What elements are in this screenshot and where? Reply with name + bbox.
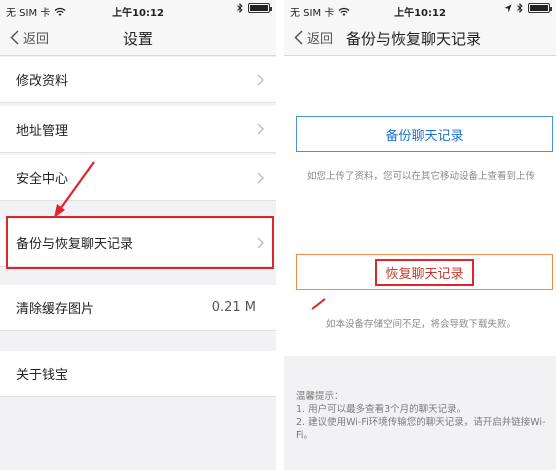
- status-bar: 无 SIM 卡 上午10:12: [0, 0, 276, 20]
- chevron-right-icon: [257, 172, 264, 183]
- battery-icon: [528, 3, 552, 13]
- location-arrow-icon: [504, 4, 512, 12]
- chevron-right-icon: [257, 123, 264, 135]
- bluetooth-icon: [517, 3, 523, 13]
- page-title: 备份与恢复聊天记录: [346, 30, 482, 48]
- tips-title: 温馨提示：: [296, 391, 344, 402]
- restore-button-label: 恢复聊天记录: [375, 258, 474, 286]
- back-label: 返回: [307, 32, 334, 47]
- settings-item-label: 地址管理: [16, 123, 69, 139]
- battery-icon: [248, 3, 272, 13]
- settings-item-label: 关于钱宝: [16, 368, 69, 383]
- settings-item-edit-profile[interactable]: 修改资料: [0, 57, 276, 103]
- settings-item-clear-cache[interactable]: 清除缓存图片 0.21 M: [0, 285, 276, 331]
- settings-item-label: 修改资料: [16, 74, 69, 89]
- bluetooth-icon: [237, 3, 243, 13]
- restore-button[interactable]: 恢复聊天记录: [296, 254, 553, 290]
- page-title: 设置: [122, 30, 153, 48]
- settings-item-address[interactable]: 地址管理: [0, 106, 276, 153]
- nav-bar: 返回 设置: [0, 20, 276, 56]
- chevron-left-icon: [294, 30, 303, 45]
- tip-item: 1. 用户可以最多查看3个月的聊天记录。: [296, 404, 467, 415]
- chevron-right-icon: [257, 74, 264, 85]
- status-time: 上午10:12: [112, 8, 164, 19]
- settings-item-label: 清除缓存图片: [16, 302, 95, 317]
- settings-item-about[interactable]: 关于钱宝: [0, 351, 276, 397]
- nav-bar: 返回 备份与恢复聊天记录: [284, 20, 556, 56]
- tip-item: 2. 建议使用Wi-Fi环境传输您的聊天记录，请开启并链接Wi-Fi。: [296, 417, 546, 441]
- tips-panel: 温馨提示： 1. 用户可以最多查看3个月的聊天记录。 2. 建议使用Wi-Fi环…: [284, 356, 556, 470]
- backup-screen: 无 SIM 卡 上午10:12 返回 备份与恢复聊天记录 备份聊天记录 如您上传…: [284, 0, 556, 470]
- back-button[interactable]: 返回: [294, 28, 333, 47]
- highlight-box: [6, 216, 274, 269]
- restore-note: 如本设备存储空间不足，将会导致下载失败。: [325, 319, 516, 330]
- annotation-arrow-icon: [311, 298, 326, 310]
- backup-button[interactable]: 备份聊天记录: [296, 116, 553, 152]
- backup-note: 如您上传了资料，您可以在其它移动设备上查看到上传: [306, 171, 535, 182]
- settings-screen: 无 SIM 卡 上午10:12 返回 设置 修改资料 地址管理 安全中心 备份与…: [0, 0, 276, 470]
- settings-item-security[interactable]: 安全中心: [0, 155, 276, 201]
- cache-size: 0.21 M: [211, 300, 256, 315]
- status-bar: 无 SIM 卡 上午10:12: [284, 0, 556, 20]
- annotation-arrow-icon: [54, 161, 95, 218]
